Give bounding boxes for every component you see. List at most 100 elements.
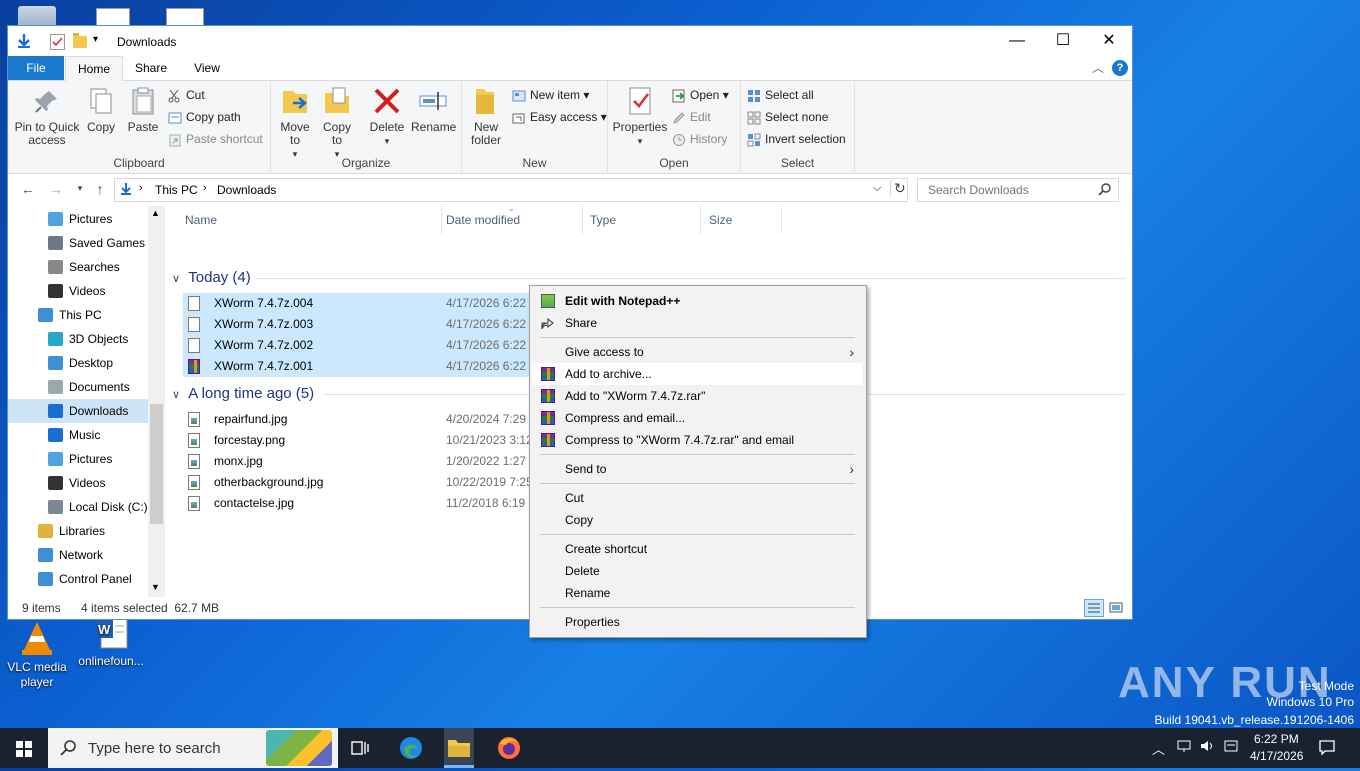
nav-item[interactable]: Videos	[8, 279, 148, 303]
context-menu-item[interactable]: Cut	[532, 487, 862, 509]
nav-scrollbar[interactable]: ▲ ▼	[148, 206, 165, 597]
history-button[interactable]: History	[672, 129, 727, 149]
collapse-ribbon-icon[interactable]: ︿	[1092, 59, 1104, 76]
move-to-button[interactable]: Move to ▾	[277, 85, 313, 161]
nav-item[interactable]: Pictures	[8, 207, 148, 231]
context-menu-item[interactable]: Edit with Notepad++	[532, 290, 862, 312]
breadcrumb-downloads[interactable]: Downloads	[217, 183, 276, 197]
nav-item[interactable]: This PC	[8, 303, 148, 327]
desktop-file-icon[interactable]	[166, 8, 204, 28]
help-icon[interactable]: ?	[1112, 60, 1128, 76]
up-button[interactable]: ↑	[90, 181, 110, 199]
select-all-button[interactable]: Select all	[747, 85, 814, 105]
paste-button[interactable]: Paste	[124, 85, 162, 134]
network-tray-icon[interactable]	[1176, 738, 1192, 754]
nav-item[interactable]: Videos	[8, 471, 148, 495]
context-menu-item[interactable]: Compress to "XWorm 7.4.7z.rar" and email	[532, 429, 862, 451]
scroll-up-icon[interactable]: ▲	[151, 208, 160, 218]
group-header-today[interactable]: ∨ Today (4)	[172, 267, 1126, 289]
nav-item[interactable]: Searches	[8, 255, 148, 279]
rename-button[interactable]: Rename	[411, 85, 456, 134]
context-menu-item[interactable]: Give access to ›	[532, 341, 862, 363]
nav-item[interactable]: Control Panel	[8, 567, 148, 591]
task-view-button[interactable]	[346, 734, 374, 762]
context-menu-item[interactable]: Create shortcut	[532, 538, 862, 560]
nav-item[interactable]: Pictures	[8, 447, 148, 471]
easy-access-button[interactable]: Easy access ▾	[512, 107, 607, 127]
maximize-button[interactable]: ☐	[1040, 26, 1086, 56]
notifications-tray-icon[interactable]	[1318, 738, 1336, 756]
nav-item[interactable]: Music	[8, 423, 148, 447]
invert-selection-button[interactable]: Invert selection	[747, 129, 846, 149]
paste-shortcut-button[interactable]: Paste shortcut	[168, 129, 263, 149]
context-menu-item[interactable]: Add to archive...	[532, 363, 862, 385]
context-menu-item[interactable]: Add to "XWorm 7.4.7z.rar"	[532, 385, 862, 407]
copy-button[interactable]: Copy	[84, 85, 118, 134]
select-none-button[interactable]: Select none	[747, 107, 828, 127]
context-menu-item[interactable]: Rename	[532, 582, 862, 604]
nav-item[interactable]: Saved Games	[8, 231, 148, 255]
desktop-file-icon[interactable]	[96, 8, 130, 28]
customize-dropdown-icon[interactable]: ▾	[93, 34, 98, 45]
properties-check-icon[interactable]	[50, 34, 65, 50]
copy-path-button[interactable]: Copy path	[168, 107, 241, 127]
edit-button[interactable]: Edit	[672, 107, 711, 127]
quick-access-down-icon[interactable]	[16, 33, 32, 49]
nav-item[interactable]: Downloads	[8, 399, 148, 423]
context-menu-item[interactable]: Compress and email...	[532, 407, 862, 429]
back-button[interactable]: ←	[18, 181, 38, 199]
context-menu-item[interactable]: Share	[532, 312, 862, 334]
breadcrumb-this-pc[interactable]: This PC	[155, 183, 198, 197]
file-explorer-taskbar-button[interactable]	[444, 728, 474, 768]
context-menu-item[interactable]: Send to ›	[532, 458, 862, 480]
pin-quick-access-button[interactable]: Pin to Quick access	[14, 85, 80, 147]
new-folder-icon[interactable]	[73, 33, 87, 48]
context-menu-item[interactable]: Delete	[532, 560, 862, 582]
properties-button[interactable]: Properties ▾	[612, 85, 668, 148]
new-item-button[interactable]: New item ▾	[512, 85, 589, 105]
firefox-taskbar-button[interactable]	[495, 734, 523, 762]
edge-taskbar-button[interactable]	[397, 734, 425, 762]
nav-item[interactable]: Documents	[8, 375, 148, 399]
nav-item[interactable]: 3D Objects	[8, 327, 148, 351]
context-menu-item[interactable]: Copy	[532, 509, 862, 531]
details-view-button[interactable]	[1084, 599, 1104, 617]
refresh-icon[interactable]: ↻	[890, 180, 906, 197]
context-menu-item[interactable]: Properties	[532, 611, 862, 633]
group-header-long-ago[interactable]: ∨ A long time ago (5)	[172, 383, 1126, 405]
address-bar[interactable]: › This PC › Downloads ⌵ ↻	[114, 178, 908, 202]
tab-file[interactable]: File	[8, 56, 64, 80]
search-box[interactable]	[917, 178, 1119, 202]
open-button[interactable]: Open ▾	[672, 85, 729, 105]
cut-button[interactable]: Cut	[168, 85, 205, 105]
new-folder-button[interactable]: New folder	[466, 85, 506, 147]
input-tray-icon[interactable]	[1223, 738, 1239, 754]
tab-home[interactable]: Home	[65, 56, 123, 82]
copy-to-button[interactable]: Copy to ▾	[319, 85, 355, 161]
desktop-icon-vlc[interactable]: VLC media player	[2, 618, 72, 690]
scroll-thumb[interactable]	[150, 404, 163, 524]
column-size[interactable]: Size	[709, 206, 782, 234]
tab-view[interactable]: View	[182, 56, 232, 80]
title-bar[interactable]: ▾ Downloads — ☐ ✕	[8, 26, 1132, 56]
tray-overflow-icon[interactable]: ︿	[1152, 739, 1165, 758]
clock-time[interactable]: 6:22 PM	[1254, 732, 1299, 746]
nav-item[interactable]: Libraries	[8, 519, 148, 543]
nav-item[interactable]: Local Disk (C:)	[8, 495, 148, 519]
recent-locations-button[interactable]: ▾	[70, 183, 90, 201]
desktop-icon-word-doc[interactable]: W onlinefoun...	[76, 612, 146, 669]
taskbar-search[interactable]: Type here to search	[48, 728, 338, 768]
start-button[interactable]	[0, 728, 48, 768]
tab-share[interactable]: Share	[126, 56, 176, 80]
minimize-button[interactable]: —	[994, 26, 1040, 56]
delete-button[interactable]: Delete ▾	[369, 85, 405, 148]
nav-item[interactable]: Network	[8, 543, 148, 567]
address-dropdown-icon[interactable]: ⌵	[873, 182, 881, 195]
forward-button[interactable]: →	[46, 181, 66, 199]
close-button[interactable]: ✕	[1086, 26, 1132, 56]
scroll-down-icon[interactable]: ▼	[151, 582, 160, 592]
large-icons-view-button[interactable]	[1108, 600, 1124, 614]
column-name[interactable]: Name	[183, 206, 442, 234]
nav-item[interactable]: Desktop	[8, 351, 148, 375]
search-input[interactable]	[926, 182, 1100, 198]
